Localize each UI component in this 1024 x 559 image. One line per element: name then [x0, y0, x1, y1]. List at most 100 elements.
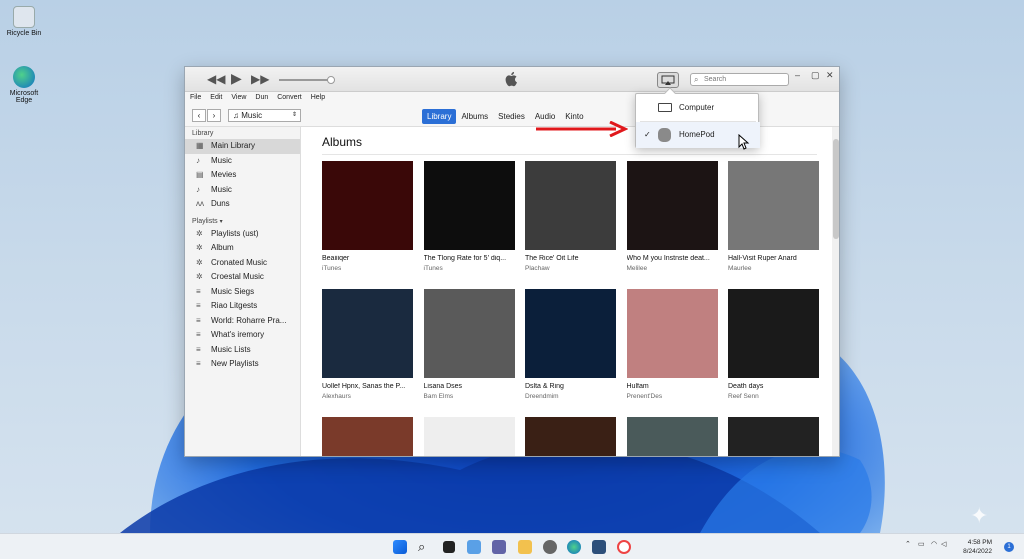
file-explorer-icon[interactable] — [518, 540, 532, 554]
airplay-option-computer[interactable]: Computer — [636, 95, 760, 121]
menu-dun[interactable]: Dun — [250, 92, 272, 101]
widgets-icon[interactable] — [467, 540, 481, 554]
task-view-icon[interactable] — [443, 541, 455, 553]
sidebar-playlists-header[interactable]: Playlists ▾ — [185, 215, 300, 227]
album-tile[interactable]: Hall-Visit Ruper Anard Maurlee — [728, 161, 819, 272]
tab-stedies[interactable]: Stedies — [493, 109, 530, 124]
album-tile[interactable] — [626, 417, 718, 456]
desktop-edge[interactable]: Microsoft Edge — [6, 66, 42, 104]
scrollbar[interactable] — [832, 127, 839, 456]
sparkle-icon: ✦ — [970, 503, 989, 528]
album-artwork[interactable] — [423, 161, 515, 250]
gear-icon: ✲ — [196, 243, 203, 252]
edge-taskbar-icon[interactable] — [567, 540, 581, 554]
library-item[interactable]: ▦ Main Library — [185, 139, 300, 154]
tab-library[interactable]: Library — [422, 109, 457, 124]
chat-icon[interactable] — [492, 540, 506, 554]
search-input[interactable]: ⌕ Search — [690, 73, 789, 86]
album-tile[interactable]: Hulfam Prenent'Des — [626, 289, 718, 400]
album-artwork[interactable] — [626, 417, 718, 456]
airplay-button[interactable] — [657, 72, 679, 88]
scrollbar-thumb[interactable] — [833, 139, 839, 239]
notification-badge[interactable]: 1 — [1004, 542, 1014, 552]
album-tile[interactable]: Who M you Instnste deat... Melilee — [626, 161, 718, 272]
menu-edit[interactable]: Edit — [205, 92, 226, 101]
album-artwork[interactable] — [322, 161, 413, 250]
media-selector[interactable]: ♫ Music ⇕ — [228, 109, 301, 122]
minimize-icon[interactable]: – — [795, 70, 800, 80]
playlist-item[interactable]: ✲ Album — [185, 241, 300, 256]
album-tile[interactable]: The Rice' Oit Life Plachaw — [525, 161, 616, 272]
desktop-recycle-bin[interactable]: Ricycle Bin — [6, 6, 42, 37]
playlist-item-label: Croestal Music — [211, 272, 264, 281]
album-artwork[interactable] — [525, 289, 616, 378]
album-artwork[interactable] — [728, 161, 819, 250]
playlist-item[interactable]: ≡ World: Roharre Pra... — [185, 314, 300, 329]
library-item-label: Duns — [211, 199, 230, 208]
forward-button[interactable]: › — [207, 109, 221, 122]
playlist-item[interactable]: ≡ What's iremory — [185, 328, 300, 343]
mouse-cursor-icon — [738, 134, 750, 150]
back-button[interactable]: ‹ — [192, 109, 206, 122]
album-tile[interactable] — [728, 417, 819, 456]
rewind-icon[interactable]: ◀◀ — [207, 72, 225, 86]
store-icon[interactable] — [592, 540, 606, 554]
music-note-icon: ♫ — [233, 111, 242, 120]
volume-slider[interactable] — [279, 76, 335, 84]
album-artwork[interactable] — [322, 417, 413, 456]
library-item[interactable]: ʌʌ Duns — [185, 197, 300, 212]
album-artwork[interactable] — [423, 417, 515, 456]
playlist-item[interactable]: ≡ New Playlists — [185, 357, 300, 372]
maximize-icon[interactable]: ▢ — [811, 70, 820, 81]
album-tile[interactable]: Death days Reef Senn — [728, 289, 819, 400]
album-tile[interactable]: Uollef Hpnx, Sanas the P... Alexhaurs — [322, 289, 413, 400]
volume-icon[interactable]: ◁ — [941, 540, 946, 548]
volume-knob[interactable] — [327, 76, 335, 84]
album-artwork[interactable] — [525, 417, 616, 456]
library-item[interactable]: ♪ Music — [185, 154, 300, 169]
album-tile[interactable] — [423, 417, 515, 456]
library-item[interactable]: ♪ Music — [185, 183, 300, 198]
playlist-list: ✲ Playlists (ust) ✲ Album ✲ Cronated Music ✲ Cr… — [185, 227, 300, 372]
playlist-item[interactable]: ✲ Playlists (ust) — [185, 227, 300, 242]
album-artwork[interactable] — [525, 161, 616, 250]
search-taskbar-icon[interactable]: ⌕ — [418, 540, 432, 554]
menu-view[interactable]: View — [226, 92, 250, 101]
album-artwork[interactable] — [728, 417, 819, 456]
start-icon[interactable] — [393, 540, 407, 554]
menu-help[interactable]: Help — [306, 92, 329, 101]
itunes-taskbar-icon[interactable] — [617, 540, 631, 554]
album-artwork[interactable] — [423, 289, 515, 378]
album-artwork[interactable] — [322, 289, 413, 378]
playlist-item[interactable]: ≡ Riao Litgests — [185, 299, 300, 314]
album-tile[interactable] — [525, 417, 616, 456]
album-tile[interactable] — [322, 417, 413, 456]
chevron-up-icon[interactable]: ⌃ — [905, 540, 911, 548]
playlist-item[interactable]: ≡ Music Siegs — [185, 285, 300, 300]
album-tile[interactable]: Beaiiiqer iTunes — [322, 161, 413, 272]
album-tile[interactable]: Lisana Dses Bam Elms — [423, 289, 515, 400]
fast-forward-icon[interactable]: ▶▶ — [251, 72, 269, 86]
battery-icon[interactable]: ▭ — [918, 540, 925, 548]
settings-icon[interactable] — [543, 540, 557, 554]
album-artwork[interactable] — [626, 161, 718, 250]
album-artwork[interactable] — [728, 289, 819, 378]
menu-convert[interactable]: Convert — [272, 92, 306, 101]
taskbar: ⌕ ⌃ ▭ ◠ ◁ 4:58 PM 8/24/2022 1 — [0, 533, 1024, 559]
clock[interactable]: 4:58 PM 8/24/2022 — [952, 538, 992, 556]
close-icon[interactable]: ✕ — [826, 70, 834, 81]
playlist-item[interactable]: ✲ Croestal Music — [185, 270, 300, 285]
album-tile[interactable]: The Tlong Rate for 5' diq... iTunes — [423, 161, 515, 272]
playlist-item[interactable]: ≡ Music Lists — [185, 343, 300, 358]
album-artwork[interactable] — [626, 289, 718, 378]
wifi-icon[interactable]: ◠ — [931, 540, 937, 548]
tab-albums[interactable]: Albums — [456, 109, 493, 124]
library-item[interactable]: ▤ Mevies — [185, 168, 300, 183]
play-icon[interactable]: ▶ — [231, 70, 242, 87]
album-artist: Reef Senn — [728, 393, 759, 400]
album-tile[interactable]: Dslta & Ring Dreendmim — [525, 289, 616, 400]
playlist-item[interactable]: ✲ Cronated Music — [185, 256, 300, 271]
menu-file[interactable]: File — [185, 92, 205, 101]
library-item-label: Music — [211, 184, 232, 194]
albums-content: Albums Beaiiiqer iTunes The Tlong Rate for… — [302, 127, 832, 456]
